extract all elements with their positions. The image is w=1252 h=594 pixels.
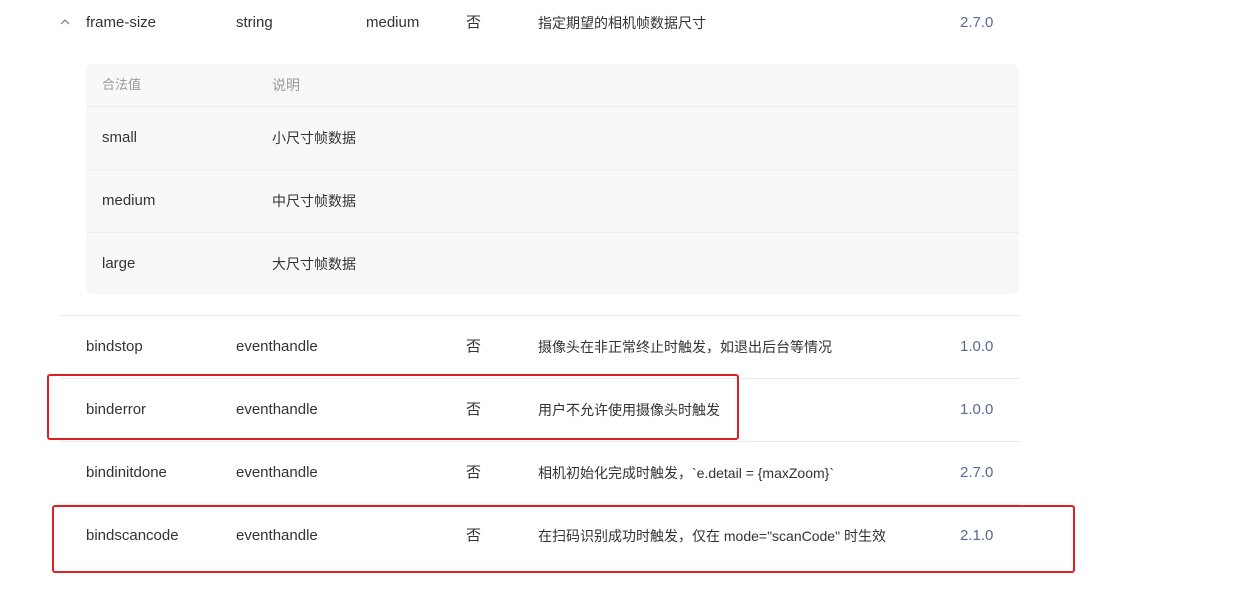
subtable-value: medium (102, 192, 156, 209)
table-row-bindstop: bindstop eventhandle 否 摄像头在非正常终止时触发，如退出后… (60, 316, 1020, 378)
table-row-bindinitdone: bindinitdone eventhandle 否 相机初始化完成时触发，`e… (60, 442, 1020, 504)
attr-version: 2.7.0 (960, 464, 994, 481)
subtable-desc: 小尺寸帧数据 (272, 130, 356, 146)
attr-required: 否 (466, 464, 482, 481)
subtable-col-value: 合法值 (102, 77, 142, 92)
attr-type: string (236, 14, 273, 31)
attr-required: 否 (466, 338, 482, 355)
attr-row-frame-size: frame-size string medium 否 指定期望的相机帧数据尺寸 … (60, 0, 1020, 54)
attr-description: 指定期望的相机帧数据尺寸 (538, 15, 706, 31)
subtable-value: large (102, 255, 136, 272)
subtable-header: 合法值 说明 (86, 64, 1019, 106)
highlight-box-bindscancode (52, 505, 1075, 573)
attr-version: 1.0.0 (960, 401, 994, 418)
highlight-box-binderror (47, 374, 739, 440)
subtable-row: small 小尺寸帧数据 (86, 106, 1019, 170)
attr-name: bindstop (86, 338, 143, 355)
subtable-desc: 大尺寸帧数据 (272, 256, 356, 272)
frame-size-values-table: 合法值 说明 small 小尺寸帧数据 medium 中尺寸帧数据 large … (86, 64, 1019, 294)
attr-type: eventhandle (236, 338, 318, 355)
subtable-desc: 中尺寸帧数据 (272, 193, 356, 209)
attr-name: bindinitdone (86, 464, 167, 481)
attr-default: medium (366, 14, 420, 31)
subtable-row: large 大尺寸帧数据 (86, 232, 1019, 296)
attr-version: 1.0.0 (960, 338, 994, 355)
chevron-up-icon[interactable] (60, 0, 70, 46)
attr-description: 摄像头在非正常终止时触发，如退出后台等情况 (538, 339, 832, 355)
attr-name: frame-size (86, 14, 157, 31)
attr-description: 相机初始化完成时触发，`e.detail = {maxZoom}` (538, 465, 835, 481)
attr-version: 2.7.0 (960, 14, 994, 31)
subtable-row: medium 中尺寸帧数据 (86, 169, 1019, 233)
subtable-value: small (102, 129, 138, 146)
attr-type: eventhandle (236, 464, 318, 481)
attr-required: 否 (466, 14, 482, 31)
subtable-col-desc: 说明 (272, 77, 300, 93)
